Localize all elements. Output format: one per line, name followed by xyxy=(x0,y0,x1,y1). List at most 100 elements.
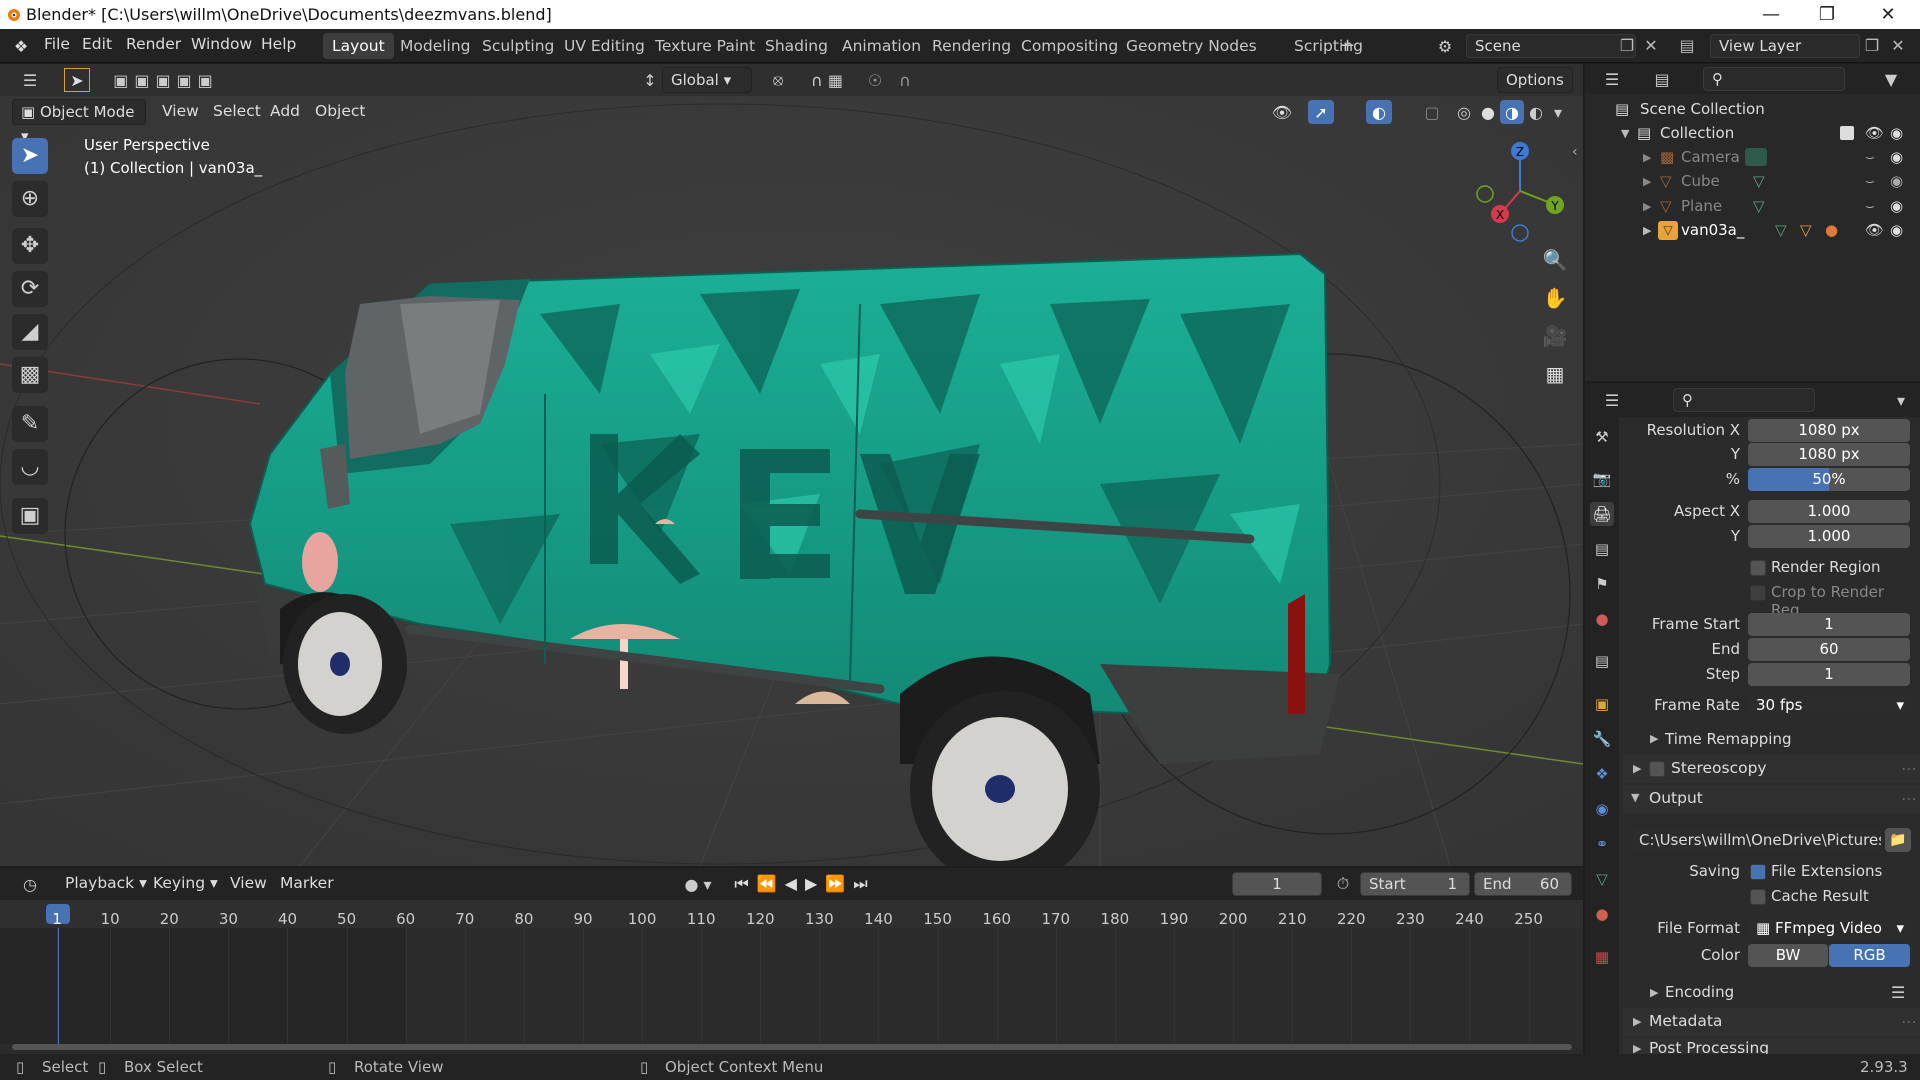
resolution-percent-field[interactable]: 50% xyxy=(1748,468,1910,491)
shading-options-icon[interactable]: ▾ xyxy=(1550,100,1566,124)
wireframe-shading-icon[interactable]: ◎ xyxy=(1452,100,1476,124)
viewport-menu-select[interactable]: Select xyxy=(213,102,261,120)
options-dropdown[interactable]: Options ▾ xyxy=(1497,67,1573,113)
frame-end-field[interactable]: 60 xyxy=(1748,638,1910,661)
expand-arrow-icon[interactable]: ▼ xyxy=(1621,121,1629,146)
drag-handle-icon[interactable]: ⋯ xyxy=(1901,759,1917,778)
aspect-x-field[interactable]: 1.000 xyxy=(1748,500,1910,523)
drag-handle-icon[interactable]: ⋯ xyxy=(1901,789,1917,808)
expand-arrow-icon[interactable]: ▶ xyxy=(1643,194,1651,219)
tab-modeling[interactable]: Modeling xyxy=(391,33,480,59)
close-button[interactable]: ✕ xyxy=(1860,0,1916,29)
hidden-icon[interactable]: ⌣ xyxy=(1865,194,1875,219)
gizmo-toggle-icon[interactable]: ➚ xyxy=(1308,100,1334,124)
eye-icon[interactable]: 👁 xyxy=(1865,218,1884,243)
tab-texture-paint[interactable]: Texture Paint xyxy=(646,33,764,59)
new-scene-icon[interactable]: ❐ xyxy=(1617,35,1637,55)
add-workspace-icon[interactable]: + xyxy=(1331,33,1364,59)
delete-scene-icon[interactable]: ✕ xyxy=(1641,35,1661,55)
render-disabled-icon[interactable]: ◉ xyxy=(1890,169,1903,194)
resolution-y-field[interactable]: 1080 px xyxy=(1748,443,1910,466)
timeline-editor[interactable]: ◷ Playback ▾ Keying ▾ View Marker ● ▾ ⏮⏪… xyxy=(0,868,1583,1054)
maximize-button[interactable]: ❐ xyxy=(1799,0,1855,29)
tab-sculpting[interactable]: Sculpting xyxy=(473,33,563,59)
view-layer-field[interactable]: View Layer xyxy=(1710,34,1860,58)
sidebar-toggle-icon[interactable]: ‹ xyxy=(1572,144,1578,160)
add-cube-tool[interactable]: ▣ xyxy=(12,498,48,534)
object-tab-icon[interactable]: ▣ xyxy=(1590,692,1614,716)
folder-icon[interactable]: 📁 xyxy=(1885,828,1911,852)
collection-tab-icon[interactable]: ▤ xyxy=(1590,649,1614,673)
timeline-editor-type-icon[interactable]: ◷ xyxy=(12,873,48,895)
playback-controls-icon[interactable]: ⏮⏪◀▶⏩⏭ xyxy=(730,873,880,895)
blender-menu-icon[interactable]: ❖ xyxy=(10,36,32,56)
solid-shading-icon[interactable]: ● xyxy=(1476,100,1500,124)
hidden-icon[interactable]: ⌣ xyxy=(1865,169,1875,194)
minimize-button[interactable]: — xyxy=(1743,0,1799,29)
cursor-tool[interactable]: ⊕ xyxy=(12,181,48,217)
properties-search-input[interactable]: ⚲ xyxy=(1673,388,1815,412)
timeline-menu-keying[interactable]: Keying ▾ xyxy=(153,874,218,892)
aspect-y-field[interactable]: 1.000 xyxy=(1748,525,1910,548)
select-tool-icon[interactable]: ➤ xyxy=(64,68,90,92)
visibility-icon[interactable]: 👁 xyxy=(1262,100,1302,124)
frame-rate-select[interactable]: 30 fps ▾ xyxy=(1748,694,1910,717)
properties-editor[interactable]: ☰ ⚲ ▾ ⚒ 📷 🖨 ▤ ⚑ ● ▤ ▣ 🔧 ❖ ◉ ⚭ ▽ ● ▦ Reso… xyxy=(1585,383,1920,1054)
view-layer-icon[interactable]: ▤ xyxy=(1672,35,1702,55)
outliner-row-scene-collection[interactable]: ▤ Scene Collection xyxy=(1585,97,1920,122)
outliner-editor-type-icon[interactable]: ☰ xyxy=(1595,68,1629,90)
annotate-tool[interactable]: ✎ xyxy=(12,406,48,442)
transform-tool[interactable]: ▩ xyxy=(12,357,48,393)
display-mode-icon[interactable]: ▤ xyxy=(1645,68,1679,90)
expand-arrow-icon[interactable]: ▶ xyxy=(1633,1042,1641,1054)
outliner[interactable]: ☰ ▤ ⚲ ▼ ▤ Scene Collection ▼ ▤ Collectio… xyxy=(1585,64,1920,381)
encoding-panel[interactable]: Encoding xyxy=(1665,983,1734,1001)
output-tab-icon[interactable]: 🖨 xyxy=(1590,502,1614,526)
end-frame-field[interactable]: End 60 xyxy=(1474,872,1572,896)
post-processing-panel[interactable]: ▶ Post Processing xyxy=(1623,1038,1920,1054)
file-extensions-checkbox[interactable] xyxy=(1750,864,1766,880)
material-tab-icon[interactable]: ● xyxy=(1590,902,1614,926)
timeline-menu-playback[interactable]: Playback ▾ xyxy=(65,874,147,892)
object-mode-select[interactable]: ▣ Object Mode ▾ xyxy=(12,99,146,145)
camera-render-icon[interactable]: ◉ xyxy=(1890,194,1903,219)
overlays-toggle-icon[interactable]: ◐ xyxy=(1366,100,1392,124)
properties-options-icon[interactable]: ▾ xyxy=(1890,389,1912,411)
new-view-layer-icon[interactable]: ❐ xyxy=(1862,35,1882,55)
viewport-menu-object[interactable]: Object xyxy=(315,102,365,120)
3d-viewport[interactable]: ☰ ➤ ▣▣▣▣▣ ↕ Global ▾ ⦻ ∩ ▦ ☉ ∩ Options ▾… xyxy=(0,64,1583,866)
scene-field[interactable]: Scene xyxy=(1466,34,1636,58)
metadata-panel[interactable]: ▶ Metadata ⋯ xyxy=(1623,1008,1920,1036)
collapse-arrow-icon[interactable]: ▼ xyxy=(1631,791,1639,804)
rotate-tool[interactable]: ⟳ xyxy=(12,271,48,307)
expand-arrow-icon[interactable]: ▶ xyxy=(1643,218,1651,243)
tab-geometry-nodes[interactable]: Geometry Nodes xyxy=(1117,33,1266,59)
viewport-menu-view[interactable]: View xyxy=(162,102,199,120)
tab-uv-editing[interactable]: UV Editing xyxy=(555,33,654,59)
tab-compositing[interactable]: Compositing xyxy=(1012,33,1127,59)
snap-icon[interactable]: ∩ ▦ xyxy=(792,68,862,92)
color-bw-button[interactable]: BW xyxy=(1748,944,1828,967)
zoom-icon[interactable]: 🔍 xyxy=(1537,242,1573,278)
pan-hand-icon[interactable]: ✋ xyxy=(1537,280,1573,316)
scene-selector-icon[interactable]: ⚙ xyxy=(1428,35,1462,57)
timeline-scrollbar[interactable] xyxy=(12,1044,1572,1050)
crop-checkbox[interactable] xyxy=(1750,585,1766,601)
view-layer-tab-icon[interactable]: ▤ xyxy=(1590,537,1614,561)
ortho-grid-icon[interactable]: ▦ xyxy=(1537,356,1573,392)
transform-orientation-select[interactable]: Global ▾ xyxy=(662,67,752,93)
time-remapping-panel[interactable]: Time Remapping xyxy=(1665,730,1792,748)
cache-result-checkbox[interactable] xyxy=(1750,889,1766,905)
resolution-x-field[interactable]: 1080 px xyxy=(1748,419,1910,442)
select-box-tool[interactable]: ➤ xyxy=(12,138,48,174)
tab-rendering[interactable]: Rendering xyxy=(923,33,1020,59)
output-path-input[interactable]: C:\Users\willm\OneDrive\Pictures\ xyxy=(1631,828,1881,852)
filter-icon[interactable]: ▼ xyxy=(1873,68,1909,90)
material-preview-icon[interactable]: ◑ xyxy=(1500,100,1524,124)
tab-layout[interactable]: Layout xyxy=(323,33,394,59)
timeline-menu-marker[interactable]: Marker xyxy=(280,874,334,892)
outliner-row-van[interactable]: ▶ ▽ van03a_ ▽ ▽ ● 👁 ◉ xyxy=(1585,218,1920,243)
frame-step-field[interactable]: 1 xyxy=(1748,663,1910,686)
eye-icon[interactable]: 👁 xyxy=(1865,121,1884,146)
editor-type-icon[interactable]: ☰ xyxy=(12,68,48,92)
